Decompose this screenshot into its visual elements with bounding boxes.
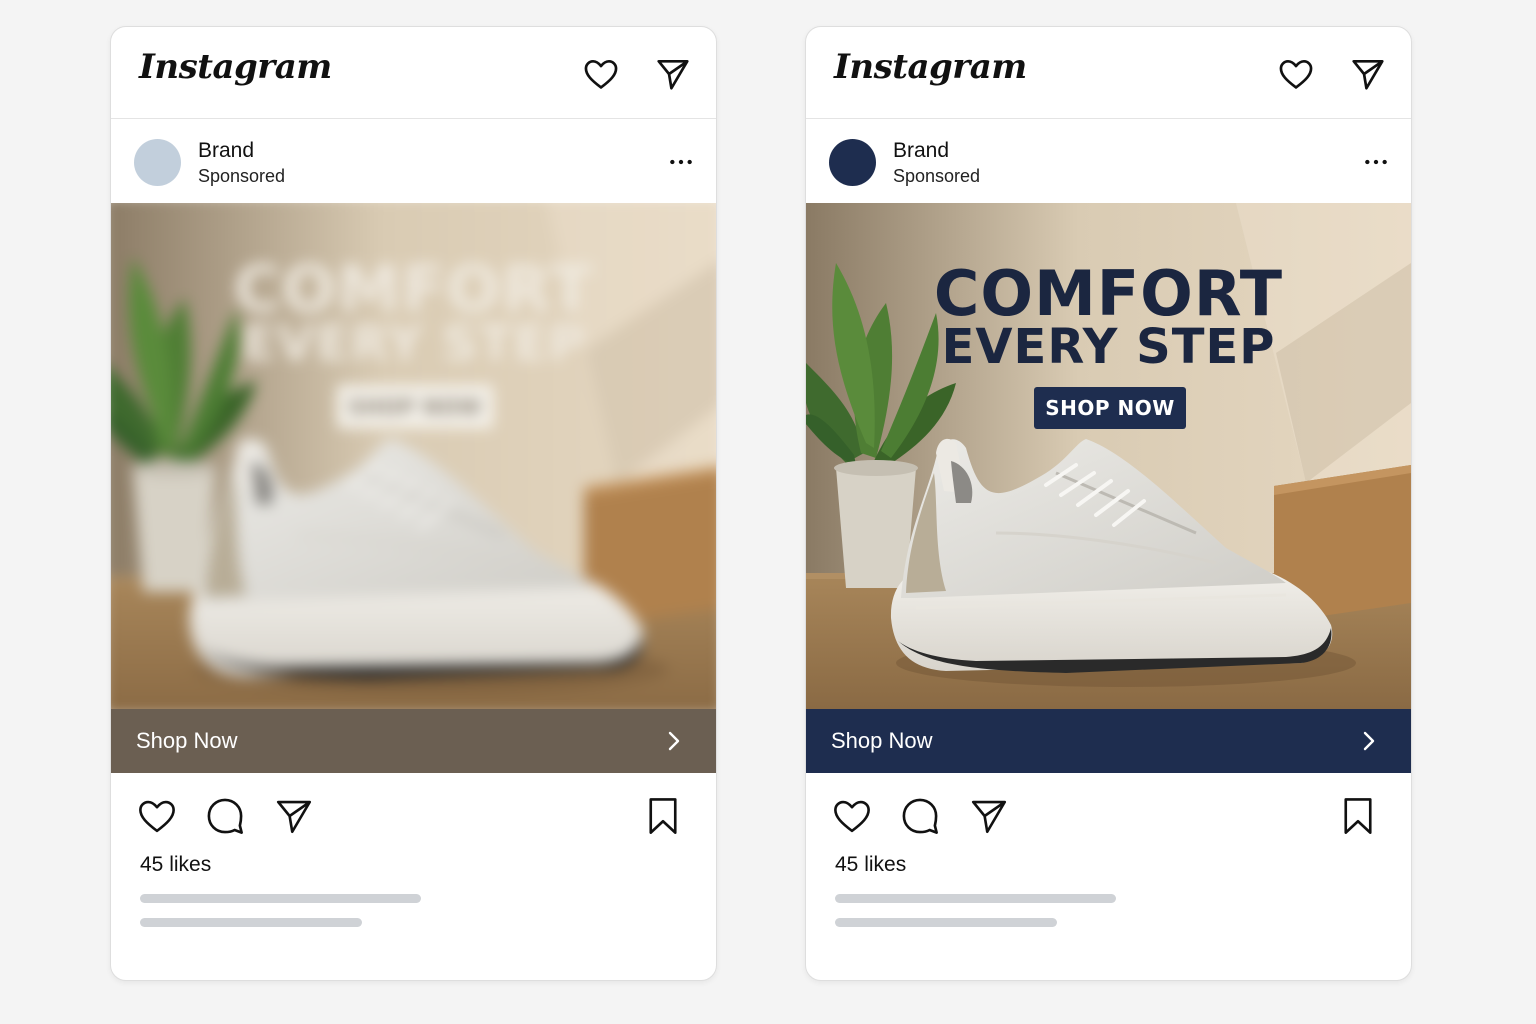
chevron-right-icon	[668, 731, 680, 751]
caption-placeholder-line	[140, 918, 362, 927]
caption-placeholder-line	[140, 894, 421, 903]
bookmark-icon[interactable]	[642, 795, 684, 837]
app-header: Instagram	[806, 27, 1411, 119]
sneaker-photo-blurred: COMFORT EVERY STEP SHOP NOW	[111, 203, 716, 709]
instagram-post-card-sharp: Instagram Brand Sponsored COMFORT EVERY …	[805, 26, 1412, 981]
post-actions	[806, 773, 1411, 853]
ad-image-shop-button: SHOP NOW	[336, 384, 494, 429]
heart-outline-icon[interactable]	[831, 795, 873, 837]
likes-count[interactable]: 45 likes	[140, 853, 211, 877]
sponsored-label: Sponsored	[198, 166, 286, 186]
ad-media-sharp[interactable]: COMFORT EVERY STEP SHOP NOW	[806, 203, 1411, 709]
ad-headline-line-2: EVERY STEP	[241, 314, 586, 373]
instagram-logo[interactable]: Instagram	[139, 47, 332, 87]
heart-outline-icon[interactable]	[582, 55, 620, 93]
brand-name[interactable]: Brand	[198, 139, 254, 163]
ellipsis-icon[interactable]	[1363, 149, 1389, 175]
comment-bubble-icon[interactable]	[899, 795, 941, 837]
caption-placeholder-line	[835, 894, 1116, 903]
paper-plane-icon[interactable]	[654, 55, 692, 93]
ad-headline-line-2: EVERY STEP	[941, 319, 1276, 375]
post-header: Brand Sponsored	[111, 119, 716, 203]
sponsored-label: Sponsored	[893, 166, 981, 186]
post-header: Brand Sponsored	[806, 119, 1411, 203]
sneaker-photo: COMFORT EVERY STEP SHOP NOW	[806, 203, 1411, 709]
chevron-right-icon	[1363, 731, 1375, 751]
paper-plane-icon[interactable]	[1349, 55, 1387, 93]
avatar[interactable]	[829, 139, 876, 186]
shop-now-cta-bar[interactable]: Shop Now	[806, 709, 1411, 773]
shop-now-cta-bar[interactable]: Shop Now	[111, 709, 716, 773]
heart-outline-icon[interactable]	[136, 795, 178, 837]
post-actions	[111, 773, 716, 853]
paper-plane-icon[interactable]	[273, 795, 315, 837]
ellipsis-icon[interactable]	[668, 149, 694, 175]
instagram-post-card-blurred: Instagram Brand Sponsored COMFORT EVERY …	[110, 26, 717, 981]
bookmark-icon[interactable]	[1337, 795, 1379, 837]
comment-bubble-icon[interactable]	[204, 795, 246, 837]
caption-placeholder-line	[835, 918, 1057, 927]
ad-media-blurred[interactable]: COMFORT EVERY STEP SHOP NOW	[111, 203, 716, 709]
brand-name[interactable]: Brand	[893, 139, 949, 163]
app-header: Instagram	[111, 27, 716, 119]
avatar[interactable]	[134, 139, 181, 186]
shop-now-label: Shop Now	[136, 728, 238, 753]
paper-plane-icon[interactable]	[968, 795, 1010, 837]
ad-image-shop-button[interactable]: SHOP NOW	[1034, 387, 1186, 429]
heart-outline-icon[interactable]	[1277, 55, 1315, 93]
instagram-logo[interactable]: Instagram	[834, 47, 1027, 87]
likes-count[interactable]: 45 likes	[835, 853, 906, 877]
shop-now-label: Shop Now	[831, 728, 933, 753]
